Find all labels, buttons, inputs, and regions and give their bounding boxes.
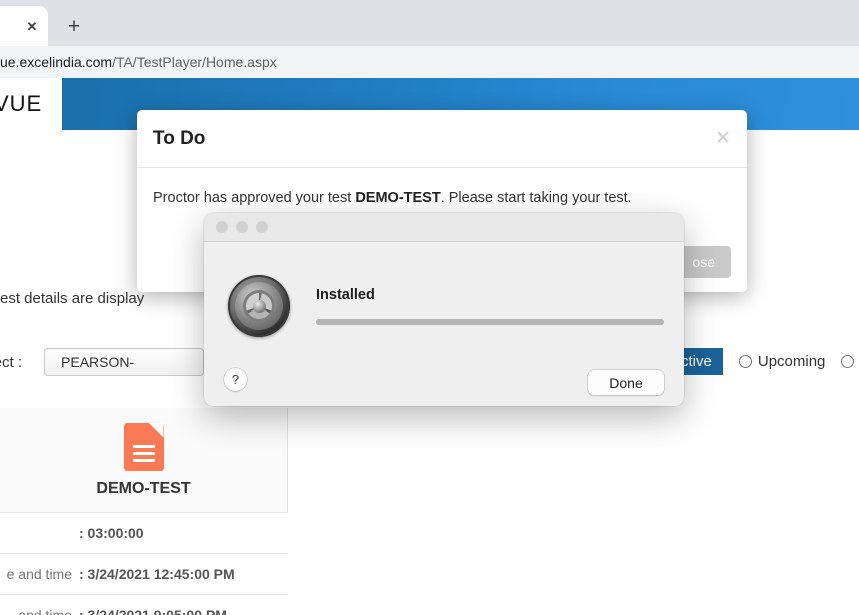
- minimize-window-icon[interactable]: [236, 221, 248, 233]
- url-path: /TA/TestPlayer/Home.aspx: [112, 54, 277, 70]
- installer-titlebar[interactable]: [204, 213, 684, 242]
- url-text: ue.excelindia.com/TA/TestPlayer/Home.asp…: [0, 54, 277, 70]
- todo-modal-footer: ose: [676, 246, 731, 278]
- table-row: and time : 3/24/2021 9:05:00 PM: [0, 594, 288, 615]
- radio-option-upcoming[interactable]: Upcoming: [738, 353, 826, 370]
- browser-tab-title: a.co: [0, 19, 24, 33]
- browser-address-bar[interactable]: ue.excelindia.com/TA/TestPlayer/Home.asp…: [0, 46, 859, 78]
- todo-modal-header: To Do ✕: [137, 110, 747, 168]
- done-button[interactable]: Done: [588, 370, 664, 395]
- detail-label: and time: [18, 607, 72, 615]
- modal-close-icon[interactable]: ✕: [715, 129, 731, 148]
- test-card[interactable]: DEMO-TEST: [0, 408, 287, 512]
- close-window-icon[interactable]: [216, 221, 228, 233]
- radio-option-completed[interactable]: C: [841, 353, 859, 370]
- todo-modal-body: Proctor has approved your test DEMO-TEST…: [137, 168, 747, 206]
- detail-value: : 03:00:00: [79, 525, 144, 541]
- subject-select[interactable]: PEARSON-: [44, 348, 205, 376]
- message-test-name: DEMO-TEST: [355, 190, 441, 206]
- installer-body: Installed ? Done: [204, 242, 684, 406]
- detail-value: : 3/24/2021 12:45:00 PM: [79, 566, 235, 582]
- progress-bar: [316, 319, 664, 325]
- new-tab-icon[interactable]: +: [60, 12, 88, 40]
- url-domain: ue.excelindia.com: [0, 54, 113, 70]
- table-row: : 03:00:00: [0, 512, 288, 553]
- gear-hub-icon: [252, 299, 266, 313]
- todo-modal-title: To Do: [153, 127, 206, 149]
- subject-select-value: PEARSON-: [61, 354, 135, 370]
- test-name: DEMO-TEST: [96, 479, 191, 497]
- detail-value: : 3/24/2021 9:05:00 PM: [79, 607, 227, 615]
- tab-close-icon[interactable]: ✕: [24, 18, 40, 34]
- radio-dot-icon: [738, 355, 752, 368]
- progress-bar-fill: [316, 319, 664, 325]
- browser-tab[interactable]: a.co ✕: [0, 6, 48, 46]
- brand-strip: VUE: [0, 78, 62, 130]
- test-details-table: : 03:00:00 e and time : 3/24/2021 12:45:…: [0, 512, 288, 615]
- detail-label: e and time: [6, 566, 72, 582]
- status-filter-bar: Active Upcoming C: [660, 348, 859, 375]
- radio-label-upcoming: Upcoming: [757, 353, 826, 370]
- gear-icon: [228, 275, 290, 337]
- installer-status-text: Installed: [316, 287, 375, 303]
- test-panel: DEMO-TEST : 03:00:00 e and time : 3/24/2…: [0, 408, 288, 615]
- message-prefix: Proctor has approved your test: [153, 190, 356, 206]
- todo-modal-message: Proctor has approved your test DEMO-TEST…: [153, 190, 731, 206]
- info-text: est details are display: [0, 290, 145, 307]
- message-suffix: . Please start taking your test.: [440, 190, 632, 206]
- subject-row: bject : PEARSON-: [0, 348, 205, 376]
- subject-label: bject :: [0, 353, 23, 371]
- brand-logo: VUE: [0, 91, 43, 116]
- close-button[interactable]: ose: [676, 246, 731, 278]
- browser-tab-bar: a.co ✕ +: [0, 0, 859, 46]
- radio-dot-icon: [841, 355, 855, 368]
- maximize-window-icon[interactable]: [256, 221, 268, 233]
- help-icon[interactable]: ?: [224, 368, 247, 391]
- installer-window: Installed ? Done: [204, 213, 684, 406]
- document-icon: [123, 422, 164, 471]
- screen-root: a.co ✕ + ue.excelindia.com/TA/TestPlayer…: [0, 0, 859, 615]
- table-row: e and time : 3/24/2021 12:45:00 PM: [0, 553, 288, 594]
